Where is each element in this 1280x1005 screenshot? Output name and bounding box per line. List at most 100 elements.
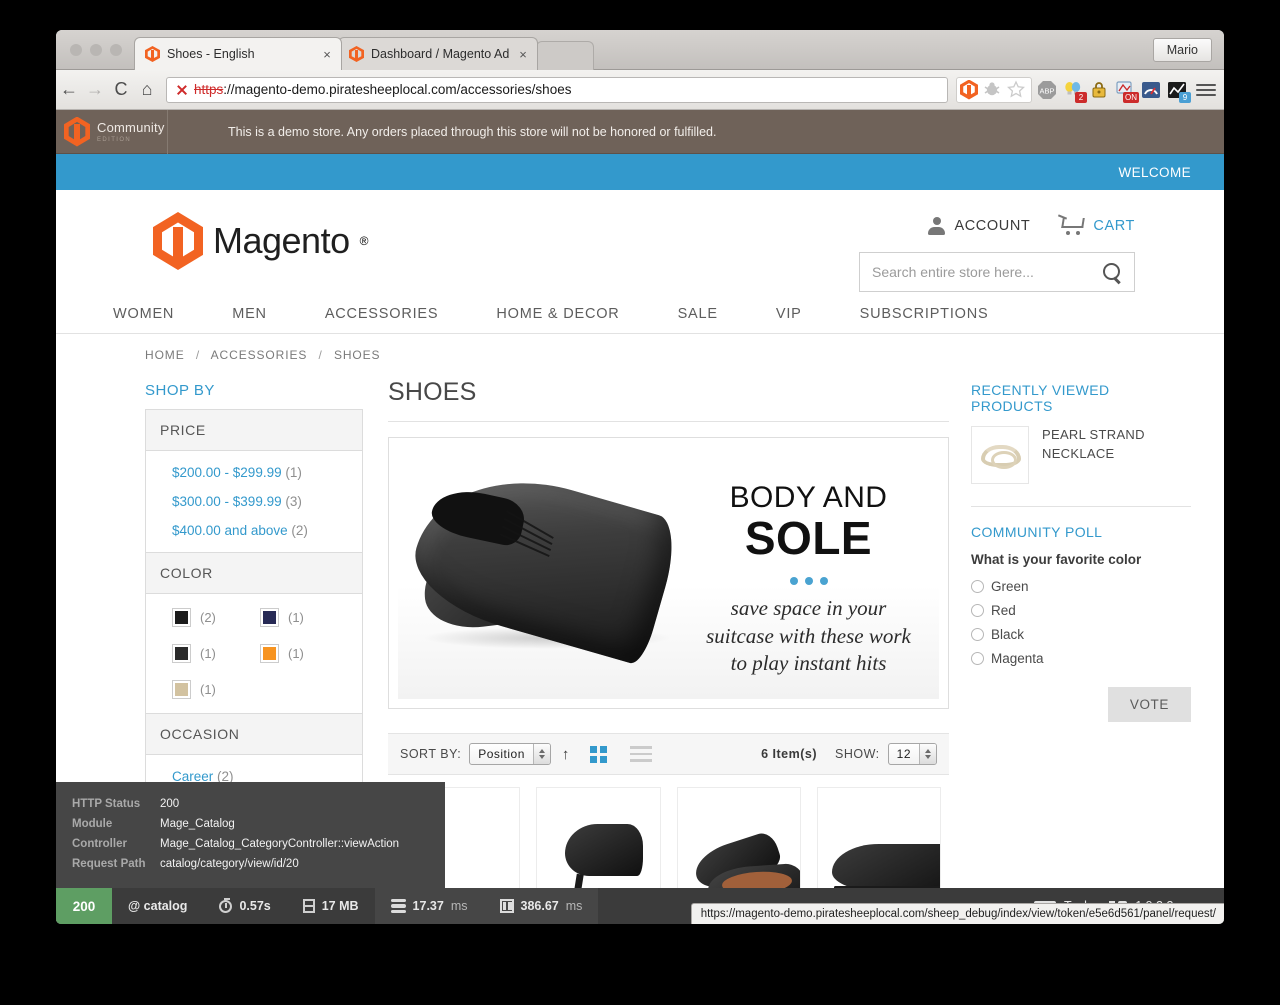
on-extension-icon[interactable]: ON [1114, 79, 1136, 101]
magento-extension-icon[interactable] [960, 80, 980, 100]
hero-dots-decoration [698, 577, 919, 585]
account-link[interactable]: ACCOUNT [928, 217, 1030, 235]
speedometer-extension-icon[interactable] [1140, 79, 1162, 101]
close-tab-icon[interactable]: × [321, 47, 333, 62]
debug-key: Request Path [72, 858, 160, 870]
breadcrumb-home[interactable]: HOME [145, 348, 185, 362]
nav-item-vip[interactable]: VIP [747, 306, 831, 322]
debug-database-segment[interactable]: 17.37 ms [375, 888, 484, 924]
edition-name: Community [97, 120, 165, 135]
recently-viewed-item[interactable]: PEARL STRAND NECKLACE [971, 426, 1191, 484]
show-per-page-select[interactable]: 12 [888, 743, 937, 765]
color-swatch-charcoal [172, 644, 191, 663]
forward-button[interactable]: → [82, 79, 108, 100]
sort-direction-icon[interactable]: ↑ [562, 746, 570, 763]
back-button[interactable]: ← [56, 79, 82, 100]
debug-memory-segment[interactable]: 17 MB [287, 888, 375, 924]
close-window-button[interactable] [70, 44, 82, 56]
show-label: SHOW: [835, 747, 880, 761]
sidebar-divider [971, 506, 1191, 507]
nav-item-sale[interactable]: SALE [649, 306, 747, 322]
breadcrumb-accessories[interactable]: ACCESSORIES [211, 348, 308, 362]
price-filter-option[interactable]: $200.00 - $299.99 (1) [172, 465, 348, 480]
svg-text:ABP: ABP [1039, 86, 1054, 95]
welcome-bar: WELCOME [56, 154, 1224, 190]
debug-row-http-status: HTTP Status 200 [56, 794, 445, 814]
adblock-plus-icon[interactable]: ABP [1036, 79, 1058, 101]
debug-value: catalog/category/view/id/20 [160, 858, 299, 870]
bug-extension-icon[interactable] [982, 79, 1004, 101]
bookmark-star-icon[interactable] [1006, 79, 1028, 101]
color-swatch-option[interactable]: (1) [172, 680, 260, 699]
debug-value: Mage_Catalog_CategoryController::viewAct… [160, 838, 399, 850]
breadcrumb-shoes: SHOES [334, 348, 381, 362]
demo-store-banner: Community EDITION This is a demo store. … [56, 110, 1224, 154]
price-filter-option[interactable]: $400.00 and above (2) [172, 523, 348, 538]
community-poll-title: COMMUNITY POLL [971, 524, 1191, 540]
color-swatch-count: (2) [200, 610, 216, 625]
debug-time-segment[interactable]: 0.57s [203, 888, 286, 924]
hero-line-1: BODY AND [698, 481, 919, 515]
price-filter-option[interactable]: $300.00 - $399.99 (3) [172, 494, 348, 509]
color-swatch-option[interactable]: (1) [260, 644, 348, 663]
person-icon [928, 217, 945, 235]
radio-button[interactable] [971, 580, 984, 593]
poll-option-magenta[interactable]: Magenta [971, 651, 1191, 666]
nav-item-home-decor[interactable]: HOME & DECOR [467, 306, 648, 322]
debug-memory-value: 17 MB [322, 899, 359, 913]
browser-toolbar: ← → C ⌂ https://magento-demo.piratesheep… [56, 70, 1224, 110]
browser-tab-dashboard[interactable]: Dashboard / Magento Admi × [338, 37, 538, 70]
nav-item-women[interactable]: WOMEN [89, 306, 203, 322]
list-view-icon[interactable] [630, 746, 652, 761]
maximize-window-button[interactable] [110, 44, 122, 56]
url-scheme: https [194, 82, 223, 97]
sort-by-value: Position [470, 747, 533, 761]
nav-item-subscriptions[interactable]: SUBSCRIPTIONS [831, 306, 1018, 322]
filter-heading-occasion: OCCASION [146, 714, 362, 755]
poll-option-red[interactable]: Red [971, 603, 1191, 618]
close-tab-icon[interactable]: × [517, 47, 529, 62]
radio-button[interactable] [971, 604, 984, 617]
radio-button[interactable] [971, 628, 984, 641]
debug-value: Mage_Catalog [160, 818, 235, 830]
nav-item-men[interactable]: MEN [203, 306, 296, 322]
store-logo[interactable]: Magento ® [153, 212, 368, 270]
cart-link[interactable]: CART [1058, 216, 1135, 235]
category-hero-banner[interactable]: BODY AND SOLE save space in your suitcas… [388, 437, 949, 709]
lightbulb-extension-icon[interactable]: 2 [1062, 79, 1084, 101]
search-icon[interactable] [1103, 263, 1122, 282]
page-title: SHOES [388, 372, 949, 422]
cart-icon [1058, 216, 1084, 235]
right-sidebar: RECENTLY VIEWED PRODUCTS PEARL STRAND NE… [971, 372, 1191, 722]
color-swatch-option[interactable]: (1) [260, 608, 348, 627]
debug-store-segment[interactable]: @ catalog [112, 888, 203, 924]
search-box[interactable] [859, 252, 1135, 292]
poll-option-label: Green [991, 579, 1029, 594]
profile-chip[interactable]: Mario [1153, 38, 1212, 62]
grid-view-icon[interactable] [590, 746, 607, 763]
radio-button[interactable] [971, 652, 984, 665]
home-button[interactable]: ⌂ [134, 79, 160, 100]
analytics-extension-icon[interactable]: 9 [1166, 79, 1188, 101]
browser-menu-icon[interactable] [1196, 84, 1216, 96]
color-swatch-option[interactable]: (1) [172, 644, 260, 663]
debug-layout-segment[interactable]: 386.67 ms [484, 888, 599, 924]
sort-by-select[interactable]: Position [469, 743, 551, 765]
search-input[interactable] [872, 264, 1103, 280]
minimize-window-button[interactable] [90, 44, 102, 56]
address-bar[interactable]: https://magento-demo.piratesheeplocal.co… [166, 77, 948, 103]
poll-option-green[interactable]: Green [971, 579, 1191, 594]
recently-viewed-product-name[interactable]: PEARL STRAND NECKLACE [1042, 426, 1191, 464]
reload-button[interactable]: C [108, 79, 134, 100]
lock-extension-icon[interactable] [1088, 79, 1110, 101]
filter-block-price: PRICE $200.00 - $299.99 (1) $300.00 - $3… [145, 409, 363, 552]
browser-tab-shoes[interactable]: Shoes - English × [134, 37, 342, 70]
url-rest: ://magento-demo.piratesheeplocal.com/acc… [223, 82, 571, 97]
color-swatch-option[interactable]: (2) [172, 608, 260, 627]
new-tab-button[interactable] [536, 41, 594, 70]
nav-item-accessories[interactable]: ACCESSORIES [296, 306, 468, 322]
vote-button[interactable]: VOTE [1108, 687, 1191, 722]
debug-http-status-badge[interactable]: 200 [56, 888, 112, 924]
poll-option-black[interactable]: Black [971, 627, 1191, 642]
link-status-bubble: https://magento-demo.piratesheeplocal.co… [691, 903, 1224, 924]
